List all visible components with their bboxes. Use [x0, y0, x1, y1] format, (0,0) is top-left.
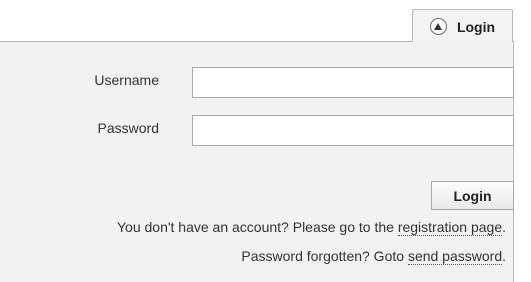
login-tab[interactable]: Login [412, 9, 513, 42]
password-label: Password [97, 120, 159, 136]
login-tab-label: Login [456, 18, 496, 35]
register-suffix-text: . [502, 219, 506, 235]
login-button[interactable]: Login [431, 181, 514, 210]
login-widget: Login Username Password Login You don't … [0, 0, 531, 282]
triangle-up-icon [429, 17, 447, 35]
register-prefix-text: You don't have an account? Please go to … [116, 219, 398, 235]
forgot-suffix-text: . [502, 248, 506, 264]
forgot-password-info: Password forgotten? Goto send password. [241, 248, 506, 265]
login-panel: Username Password Login You don't have a… [0, 41, 514, 282]
send-password-link[interactable]: send password [407, 248, 503, 265]
forgot-prefix-text: Password forgotten? Goto [241, 248, 408, 264]
username-label: Username [94, 72, 159, 88]
password-input[interactable] [192, 115, 514, 146]
username-input[interactable] [192, 67, 514, 98]
registration-page-link[interactable]: registration page [397, 219, 503, 236]
register-info: You don't have an account? Please go to … [116, 219, 506, 236]
